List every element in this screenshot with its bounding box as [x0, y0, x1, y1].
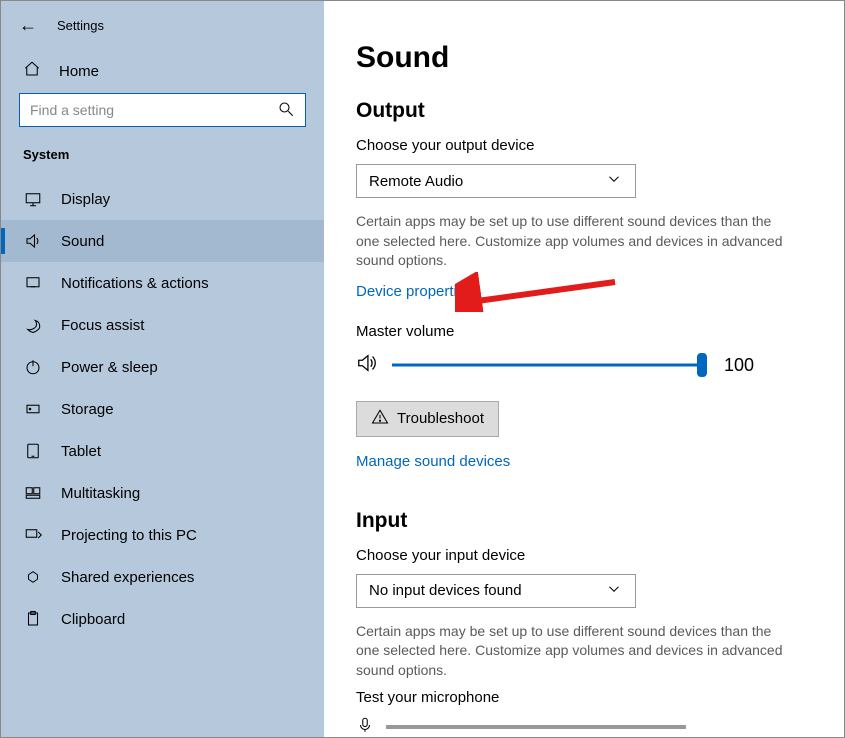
- master-volume-row: 100: [356, 352, 806, 379]
- test-mic-label: Test your microphone: [356, 689, 806, 706]
- search-row: [1, 93, 324, 141]
- home-label: Home: [59, 63, 99, 80]
- sidebar-item-display[interactable]: Display: [1, 178, 324, 220]
- speaker-icon[interactable]: [356, 352, 378, 379]
- troubleshoot-button[interactable]: Troubleshoot: [356, 401, 499, 437]
- back-arrow-icon[interactable]: ←: [19, 15, 37, 36]
- settings-window: ← Settings Home System Display: [0, 0, 845, 738]
- mic-level-meter: [386, 725, 686, 729]
- slider-fill: [392, 364, 702, 367]
- output-device-select[interactable]: Remote Audio: [356, 164, 636, 198]
- content-area: Sound Output Choose your output device R…: [324, 1, 844, 737]
- device-properties-link[interactable]: Device properties: [356, 283, 473, 300]
- input-choose-label: Choose your input device: [356, 547, 806, 564]
- input-help-text: Certain apps may be set up to use differ…: [356, 622, 796, 681]
- storage-icon: [23, 400, 43, 418]
- sidebar-item-notifications[interactable]: Notifications & actions: [1, 262, 324, 304]
- sidebar-item-label: Sound: [61, 233, 104, 250]
- sound-icon: [23, 232, 43, 250]
- sidebar-item-label: Focus assist: [61, 317, 144, 334]
- master-volume-label: Master volume: [356, 323, 806, 340]
- output-help-text: Certain apps may be set up to use differ…: [356, 212, 796, 271]
- sidebar-group-label: System: [1, 141, 324, 178]
- sidebar-item-projecting[interactable]: Projecting to this PC: [1, 514, 324, 556]
- sidebar-item-label: Shared experiences: [61, 569, 194, 586]
- search-icon: [277, 100, 295, 121]
- page-title: Sound: [356, 41, 806, 75]
- input-device-select[interactable]: No input devices found: [356, 574, 636, 608]
- multitasking-icon: [23, 484, 43, 502]
- display-icon: [23, 190, 43, 208]
- sidebar-item-label: Multitasking: [61, 485, 140, 502]
- sidebar-item-sound[interactable]: Sound: [1, 220, 324, 262]
- sidebar: ← Settings Home System Display: [1, 1, 324, 737]
- input-heading: Input: [356, 509, 806, 533]
- output-heading: Output: [356, 99, 806, 123]
- sidebar-item-label: Display: [61, 191, 110, 208]
- sidebar-header: ← Settings: [1, 1, 324, 46]
- sidebar-item-label: Projecting to this PC: [61, 527, 197, 544]
- notifications-icon: [23, 274, 43, 292]
- slider-thumb[interactable]: [697, 353, 707, 377]
- sidebar-home[interactable]: Home: [1, 46, 324, 93]
- sidebar-item-label: Notifications & actions: [61, 275, 209, 292]
- sidebar-nav: Display Sound Notifications & actions Fo…: [1, 178, 324, 640]
- tablet-icon: [23, 442, 43, 460]
- output-device-value: Remote Audio: [369, 173, 463, 190]
- focus-assist-icon: [23, 316, 43, 334]
- search-field[interactable]: [30, 102, 277, 118]
- sidebar-item-multitasking[interactable]: Multitasking: [1, 472, 324, 514]
- sidebar-item-label: Power & sleep: [61, 359, 158, 376]
- search-input[interactable]: [19, 93, 306, 127]
- sidebar-item-label: Clipboard: [61, 611, 125, 628]
- chevron-down-icon: [605, 580, 623, 602]
- troubleshoot-label: Troubleshoot: [397, 410, 484, 427]
- sidebar-item-tablet[interactable]: Tablet: [1, 430, 324, 472]
- sidebar-item-focus-assist[interactable]: Focus assist: [1, 304, 324, 346]
- sidebar-item-clipboard[interactable]: Clipboard: [1, 598, 324, 640]
- manage-sound-devices-link[interactable]: Manage sound devices: [356, 453, 510, 470]
- sidebar-item-label: Storage: [61, 401, 114, 418]
- mic-test-row: [356, 716, 806, 737]
- sidebar-item-shared[interactable]: Shared experiences: [1, 556, 324, 598]
- chevron-down-icon: [605, 170, 623, 192]
- warning-icon: [371, 408, 389, 430]
- input-device-value: No input devices found: [369, 582, 522, 599]
- home-icon: [23, 60, 41, 83]
- microphone-icon: [356, 716, 374, 737]
- sidebar-item-storage[interactable]: Storage: [1, 388, 324, 430]
- master-volume-value: 100: [724, 355, 754, 376]
- app-title: Settings: [57, 18, 104, 33]
- output-choose-label: Choose your output device: [356, 137, 806, 154]
- master-volume-slider[interactable]: [392, 355, 702, 375]
- projecting-icon: [23, 526, 43, 544]
- clipboard-icon: [23, 610, 43, 628]
- shared-icon: [23, 568, 43, 586]
- sidebar-item-power[interactable]: Power & sleep: [1, 346, 324, 388]
- sidebar-item-label: Tablet: [61, 443, 101, 460]
- power-icon: [23, 358, 43, 376]
